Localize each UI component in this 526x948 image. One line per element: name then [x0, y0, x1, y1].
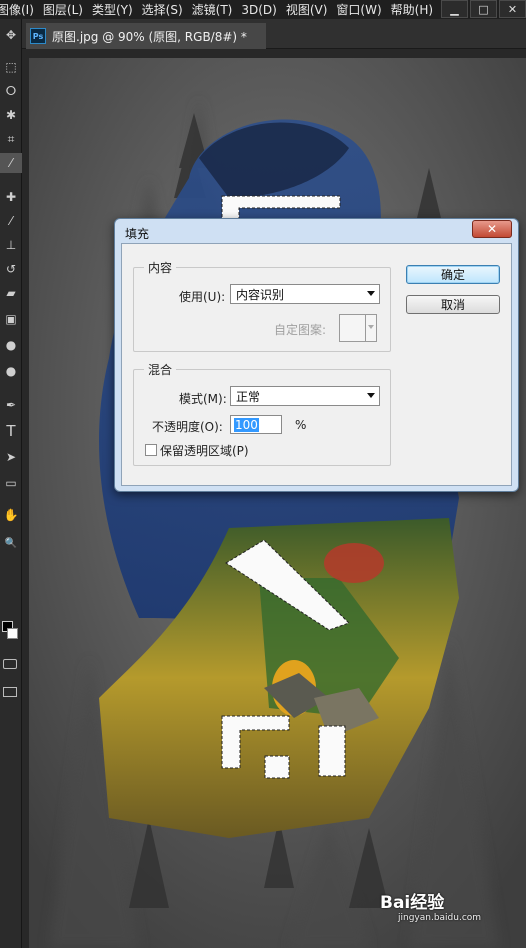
screen-mode-icon[interactable] [3, 687, 17, 697]
dialog-close-button[interactable]: ✕ [472, 220, 512, 238]
opacity-unit: % [295, 418, 307, 432]
photoshop-file-icon: Ps [30, 28, 46, 44]
document-tab-bar: Ps 原图.jpg @ 90% (原图, RGB/8#) * [22, 19, 526, 49]
lasso-icon[interactable]: ⵔ [0, 81, 22, 101]
opacity-value: 100 [234, 417, 259, 432]
menu-layer[interactable]: 图层(L) [43, 1, 92, 18]
menu-bar: 图像(I) 图层(L) 类型(Y) 选择(S) 滤镜(T) 3D(D) 视图(V… [0, 0, 526, 19]
preserve-transparency-label[interactable]: 保留透明区域(P) [160, 442, 249, 459]
brush-icon[interactable]: ⁄ [0, 211, 22, 231]
use-select[interactable]: 内容识别 [230, 284, 380, 304]
magic-wand-icon[interactable]: ✱ [0, 105, 22, 125]
eraser-icon[interactable]: ▰ [0, 283, 22, 303]
watermark-url: jingyan.baidu.com [398, 913, 482, 923]
maximize-button[interactable]: □ [470, 0, 497, 18]
zoom-icon[interactable]: 🔍 [0, 533, 22, 553]
use-label: 使用(U): [179, 290, 226, 304]
pattern-picker [339, 314, 377, 342]
pattern-label: 自定图案: [274, 323, 327, 337]
hand-icon[interactable]: ✋ [0, 505, 22, 525]
blur-icon[interactable]: ● [0, 335, 22, 355]
mode-select-value: 正常 [236, 389, 261, 404]
document-tab[interactable]: Ps 原图.jpg @ 90% (原图, RGB/8#) * [26, 23, 266, 49]
marquee-icon[interactable]: ⬚ [0, 57, 22, 77]
crop-icon[interactable]: ⌗ [0, 129, 22, 149]
history-brush-icon[interactable]: ↺ [0, 259, 22, 279]
menu-select[interactable]: 选择(S) [142, 1, 192, 18]
fill-dialog: 填充 ✕ 内容 使用(U): 内容识别 自定图案: 混合 模式(M): 正常 不… [114, 218, 519, 492]
artwork [29, 58, 526, 948]
menu-type[interactable]: 类型(Y) [92, 1, 142, 18]
content-group: 内容 使用(U): 内容识别 自定图案: [133, 259, 391, 352]
menu-image[interactable]: 图像(I) [0, 1, 43, 18]
window-controls: ▁ □ ✕ [439, 0, 526, 19]
opacity-input[interactable]: 100 [230, 415, 282, 434]
chevron-down-icon [367, 291, 375, 296]
preserve-transparency-checkbox[interactable] [145, 444, 157, 456]
cancel-button[interactable]: 取消 [406, 295, 500, 314]
menu-help[interactable]: 帮助(H) [391, 1, 442, 18]
document-image[interactable] [29, 58, 526, 948]
blend-group: 混合 模式(M): 正常 不透明度(O): 100 % 保留透明区域(P) [133, 361, 391, 466]
pen-icon[interactable]: ✒ [0, 395, 22, 415]
watermark-logo: Bai经验 [380, 893, 445, 913]
opacity-label: 不透明度(O): [152, 420, 223, 434]
minimize-button[interactable]: ▁ [441, 0, 468, 18]
blend-group-title: 混合 [144, 361, 177, 378]
document-tab-title: 原图.jpg @ 90% (原图, RGB/8#) * [52, 29, 247, 44]
chevron-down-icon [367, 393, 375, 398]
dodge-icon[interactable]: ● [0, 361, 22, 381]
clone-stamp-icon[interactable]: ⊥ [0, 235, 22, 255]
menu-view[interactable]: 视图(V) [286, 1, 337, 18]
content-group-title: 内容 [144, 259, 177, 276]
menu-filter[interactable]: 滤镜(T) [192, 1, 242, 18]
menu-window[interactable]: 窗口(W) [336, 1, 390, 18]
mode-label: 模式(M): [179, 392, 227, 406]
mode-select[interactable]: 正常 [230, 386, 380, 406]
ok-button[interactable]: 确定 [406, 265, 500, 284]
tools-panel: ✥ ⬚ ⵔ ✱ ⌗ ⁄ ✚ ⁄ ⊥ ↺ ▰ ▣ ● ● ✒ T ➤ ▭ ✋ 🔍 [0, 19, 22, 948]
menu-3d[interactable]: 3D(D) [241, 3, 285, 17]
eyedropper-icon[interactable]: ⁄ [0, 153, 22, 173]
shape-icon[interactable]: ▭ [0, 473, 22, 493]
dialog-title: 填充 [125, 227, 150, 241]
pattern-dropdown-icon [365, 315, 376, 341]
healing-brush-icon[interactable]: ✚ [0, 187, 22, 207]
quick-mask-icon[interactable] [3, 659, 17, 669]
baidu-jingyan-watermark: Bai经验 jingyan.baidu.com [380, 888, 510, 923]
background-color-swatch[interactable] [7, 628, 18, 639]
close-window-button[interactable]: ✕ [499, 0, 526, 18]
gradient-icon[interactable]: ▣ [0, 309, 22, 329]
use-select-value: 内容识别 [236, 287, 285, 302]
type-icon[interactable]: T [0, 421, 22, 441]
path-select-icon[interactable]: ➤ [0, 447, 22, 467]
dialog-body: 内容 使用(U): 内容识别 自定图案: 混合 模式(M): 正常 不透明度(O… [121, 243, 512, 486]
move-icon[interactable]: ✥ [0, 25, 22, 45]
